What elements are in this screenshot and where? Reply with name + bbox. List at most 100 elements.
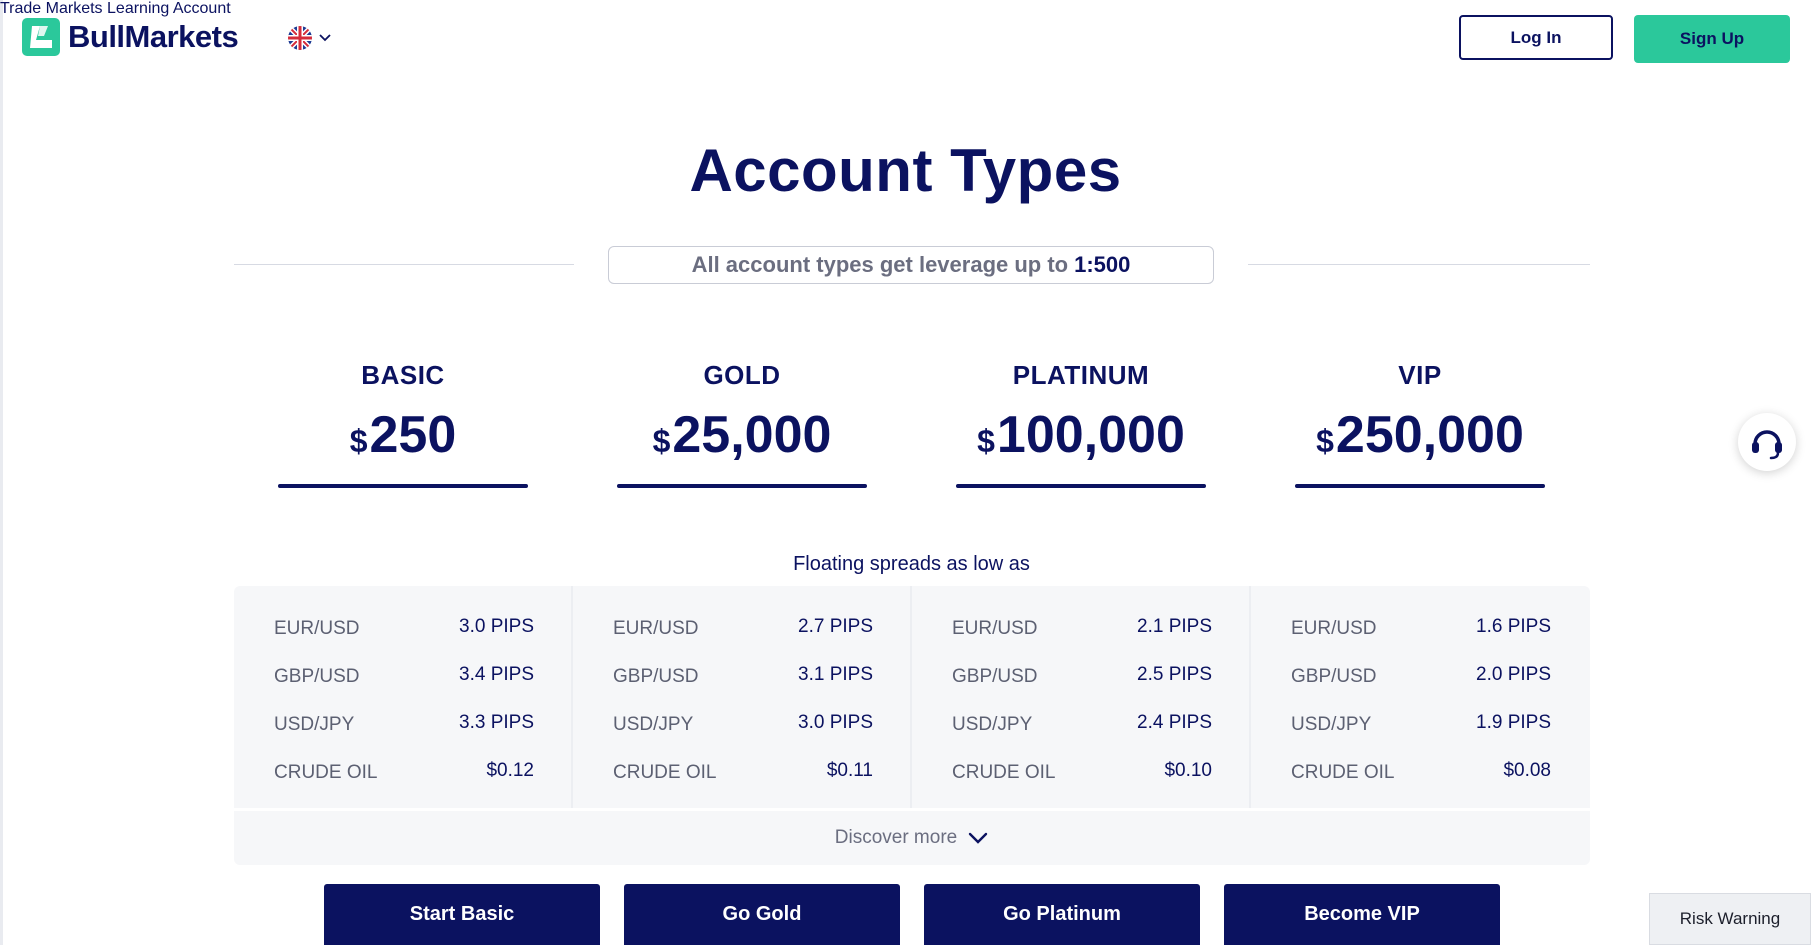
deposit-amount: 250,000 <box>1335 406 1524 464</box>
spread-row: EUR/USD 2.1 PIPS <box>952 612 1212 642</box>
instrument-label: USD/JPY <box>952 714 1033 735</box>
spread-value: $0.11 <box>826 760 873 781</box>
spread-row: USD/JPY 1.9 PIPS <box>1291 708 1551 738</box>
uk-flag-icon <box>288 26 312 50</box>
plan-deposit: $100,000 <box>956 405 1206 465</box>
brand-name: BullMarkets <box>68 19 239 54</box>
instrument-label: GBP/USD <box>274 666 360 687</box>
currency-symbol: $ <box>977 423 995 459</box>
instrument-label: CRUDE OIL <box>1291 762 1395 783</box>
spread-caption: Floating spreads as low as <box>793 553 1030 575</box>
instrument-label: GBP/USD <box>1291 666 1377 687</box>
nav-markets[interactable]: Markets <box>46 0 103 17</box>
spread-value: 3.1 PIPS <box>798 664 873 685</box>
instrument-label: GBP/USD <box>613 666 699 687</box>
spread-value: $0.10 <box>1164 760 1212 781</box>
spread-table: EUR/USD 3.0 PIPS GBP/USD 3.4 PIPS USD/JPY 3… <box>234 586 1590 865</box>
start-basic-button[interactable]: Start Basic <box>324 884 600 945</box>
go-gold-button[interactable]: Go Gold <box>624 884 900 945</box>
nav-account[interactable]: Account <box>173 0 231 17</box>
plan-basic: BASIC $250 <box>278 360 528 488</box>
leverage-text: All account types get leverage up to <box>691 252 1069 277</box>
instrument-label: EUR/USD <box>1291 618 1377 639</box>
divider-right <box>1248 264 1590 265</box>
spread-value: 3.3 PIPS <box>459 712 534 733</box>
instrument-label: EUR/USD <box>274 618 360 639</box>
spread-value: $0.12 <box>486 760 534 781</box>
spread-value: 3.0 PIPS <box>798 712 873 733</box>
spread-row: CRUDE OIL $0.12 <box>274 756 534 786</box>
bull-logo-icon <box>22 18 60 56</box>
plan-underline <box>1295 484 1545 488</box>
chevron-down-icon <box>969 832 988 844</box>
currency-symbol: $ <box>652 423 671 459</box>
divider-left <box>234 264 574 265</box>
spread-column-basic: EUR/USD 3.0 PIPS GBP/USD 3.4 PIPS USD/JPY 3… <box>234 586 573 809</box>
instrument-label: USD/JPY <box>274 714 355 735</box>
spread-value: 1.6 PIPS <box>1476 616 1551 637</box>
spread-row: USD/JPY 3.0 PIPS <box>613 708 873 738</box>
signup-button[interactable]: Sign Up <box>1634 15 1790 63</box>
plan-name: GOLD <box>703 360 781 390</box>
site-header: BullMarkets Trade Markets Learning Accou… <box>0 0 1811 78</box>
plan-deposit: $25,000 <box>617 405 867 465</box>
spread-row: EUR/USD 1.6 PIPS <box>1291 612 1551 642</box>
plan-vip: VIP $250,000 <box>1295 360 1545 488</box>
spread-value: 2.5 PIPS <box>1137 664 1212 685</box>
currency-symbol: $ <box>349 423 368 459</box>
nav-learning[interactable]: Learning <box>107 0 169 17</box>
spread-column-platinum: EUR/USD 2.1 PIPS GBP/USD 2.5 PIPS USD/JPY 2… <box>912 586 1251 809</box>
instrument-label: USD/JPY <box>613 714 694 735</box>
language-selector[interactable] <box>288 26 332 50</box>
spread-value: 3.0 PIPS <box>459 616 534 637</box>
become-vip-button[interactable]: Become VIP <box>1224 884 1500 945</box>
deposit-amount: 100,000 <box>996 406 1185 464</box>
instrument-label: CRUDE OIL <box>274 762 378 783</box>
spread-value: 2.1 PIPS <box>1137 616 1212 637</box>
spread-row: CRUDE OIL $0.10 <box>952 756 1212 786</box>
spread-row: GBP/USD 2.0 PIPS <box>1291 660 1551 690</box>
plan-name: PLATINUM <box>1012 360 1150 390</box>
login-button[interactable]: Log In <box>1459 15 1613 60</box>
brand-logo[interactable]: BullMarkets <box>22 18 239 56</box>
discover-more-label: Discover more <box>834 827 958 848</box>
deposit-amount: 250 <box>369 406 457 464</box>
discover-more-button[interactable]: Discover more <box>234 811 1590 865</box>
plan-underline <box>956 484 1206 488</box>
plan-underline <box>278 484 528 488</box>
spread-value: 2.4 PIPS <box>1137 712 1212 733</box>
plan-name: BASIC <box>361 360 445 390</box>
spread-value: 2.0 PIPS <box>1476 664 1551 685</box>
currency-symbol: $ <box>1316 423 1334 459</box>
spread-value: 3.4 PIPS <box>459 664 534 685</box>
plan-underline <box>617 484 867 488</box>
spread-row: CRUDE OIL $0.11 <box>613 756 873 786</box>
spread-row: EUR/USD 2.7 PIPS <box>613 612 873 642</box>
spread-value: $0.08 <box>1503 760 1551 781</box>
instrument-label: GBP/USD <box>952 666 1038 687</box>
leverage-banner: All account types get leverage up to 1:5… <box>608 246 1214 284</box>
chevron-down-icon <box>319 34 331 42</box>
support-chat-button[interactable] <box>1738 413 1796 471</box>
spread-row: GBP/USD 2.5 PIPS <box>952 660 1212 690</box>
spread-column-vip: EUR/USD 1.6 PIPS GBP/USD 2.0 PIPS USD/JPY 1… <box>1251 586 1589 809</box>
spread-row: USD/JPY 2.4 PIPS <box>952 708 1212 738</box>
spread-row: EUR/USD 3.0 PIPS <box>274 612 534 642</box>
instrument-label: EUR/USD <box>613 618 699 639</box>
spread-row: CRUDE OIL $0.08 <box>1291 756 1551 786</box>
spread-row: USD/JPY 3.3 PIPS <box>274 708 534 738</box>
instrument-label: CRUDE OIL <box>952 762 1056 783</box>
nav-trade[interactable]: Trade <box>0 0 41 17</box>
instrument-label: USD/JPY <box>1291 714 1372 735</box>
plan-name: VIP <box>1398 360 1442 390</box>
spread-value: 2.7 PIPS <box>798 616 873 637</box>
instrument-label: EUR/USD <box>952 618 1038 639</box>
plan-deposit: $250 <box>278 405 528 465</box>
plan-gold: GOLD $25,000 <box>617 360 867 488</box>
risk-warning-tab[interactable]: Risk Warning <box>1649 893 1811 945</box>
plan-platinum: PLATINUM $100,000 <box>956 360 1206 488</box>
instrument-label: CRUDE OIL <box>613 762 717 783</box>
spread-column-gold: EUR/USD 2.7 PIPS GBP/USD 3.1 PIPS USD/JPY 3… <box>573 586 912 809</box>
spread-row: GBP/USD 3.1 PIPS <box>613 660 873 690</box>
go-platinum-button[interactable]: Go Platinum <box>924 884 1200 945</box>
